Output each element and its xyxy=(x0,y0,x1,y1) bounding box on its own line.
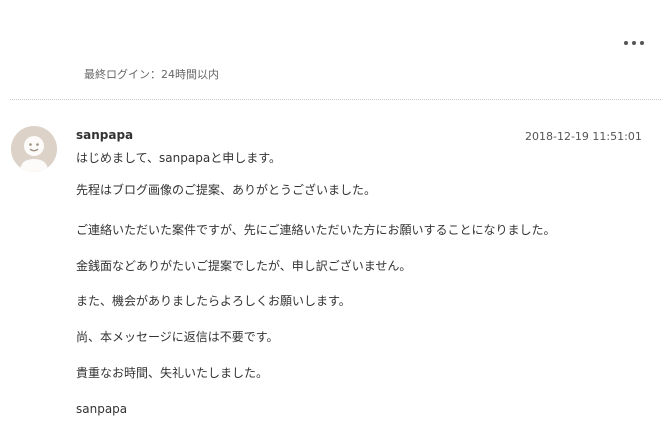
sender-name[interactable]: sanpapa xyxy=(76,128,133,142)
message-line: また、機会がありましたらよろしくお願いします。 xyxy=(76,294,351,308)
divider xyxy=(10,99,661,100)
message-line: 尚、本メッセージに返信は不要です。 xyxy=(76,330,279,344)
more-horizontal-icon xyxy=(624,41,628,45)
message-line: はじめまして、sanpapaと申します。 xyxy=(76,151,281,165)
message-line: 金銭面などありがたいご提案でしたが、申し訳ございません。 xyxy=(76,259,412,273)
more-options-button[interactable] xyxy=(622,37,646,49)
more-horizontal-icon xyxy=(632,41,636,45)
message-line: ご連絡いただいた案件ですが、先にご連絡いただいた方にお願いすることになりました。 xyxy=(76,223,556,237)
message-signature: sanpapa xyxy=(76,402,128,416)
avatar[interactable] xyxy=(11,126,57,172)
message-timestamp: 2018-12-19 11:51:01 xyxy=(525,130,642,143)
message-line: 貴重なお時間、失礼いたしました。 xyxy=(76,366,269,380)
last-login-status: 最終ログイン：24時間以内 xyxy=(84,68,219,81)
user-avatar-icon xyxy=(11,126,57,172)
message-line: 先程はブログ画像のご提案、ありがとうございました。 xyxy=(76,183,377,197)
more-horizontal-icon xyxy=(640,41,644,45)
